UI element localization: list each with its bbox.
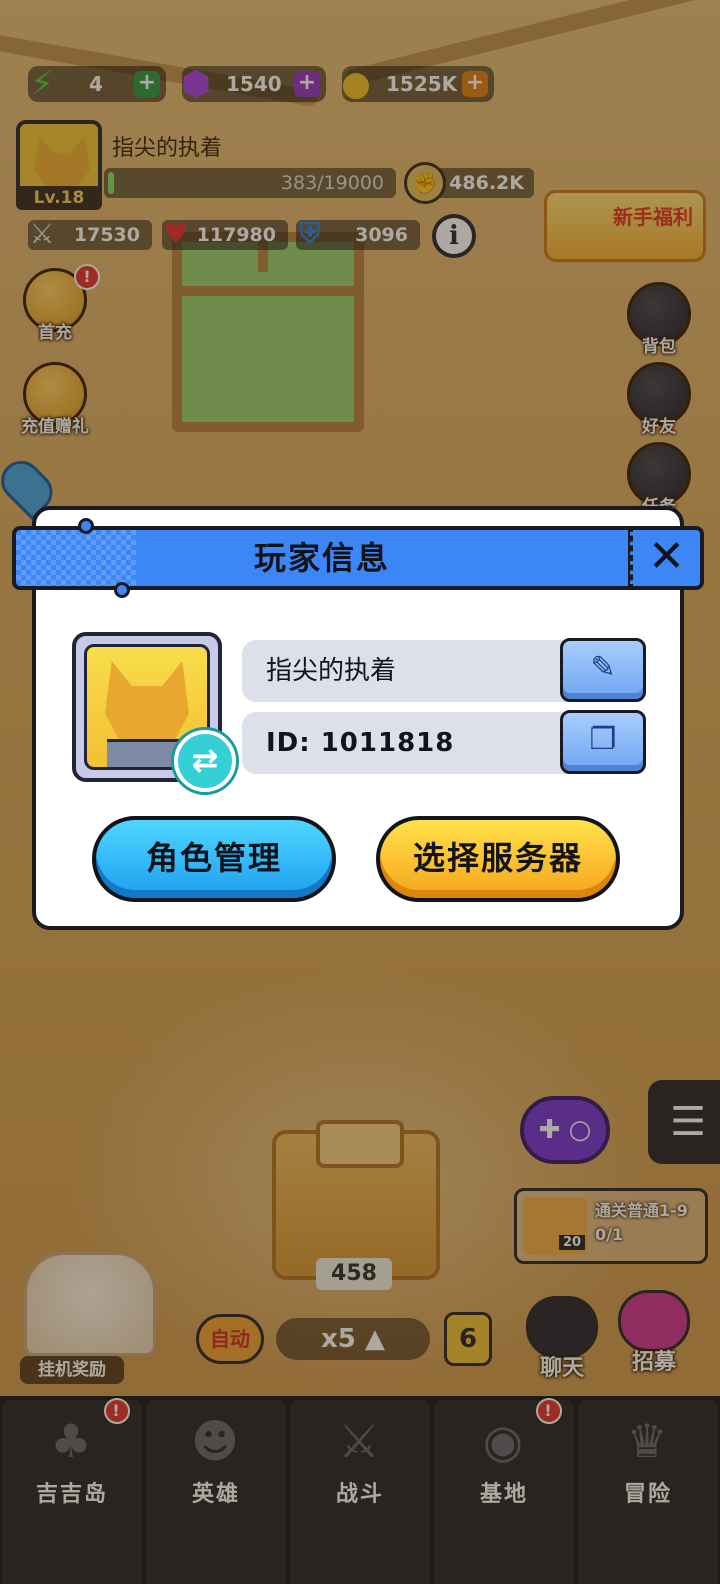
edit-name-button[interactable]: ✎: [560, 638, 646, 702]
copy-id-button[interactable]: ❐: [560, 710, 646, 774]
edit-icon: ✎: [590, 650, 616, 685]
header-rivet: [114, 582, 130, 598]
copy-icon: ❐: [589, 722, 617, 757]
swap-avatar-button[interactable]: ⇄: [174, 730, 236, 792]
select-server-button[interactable]: 选择服务器: [376, 816, 620, 902]
header-rivet: [78, 518, 94, 534]
dialog-header: 玩家信息: [12, 526, 632, 590]
close-button[interactable]: ✕: [630, 526, 704, 590]
player-name-field: 指尖的执着: [242, 640, 568, 702]
player-id-field: ID: 1011818: [242, 712, 568, 774]
role-management-button[interactable]: 角色管理: [92, 816, 336, 902]
dialog-title: 玩家信息: [253, 539, 390, 577]
